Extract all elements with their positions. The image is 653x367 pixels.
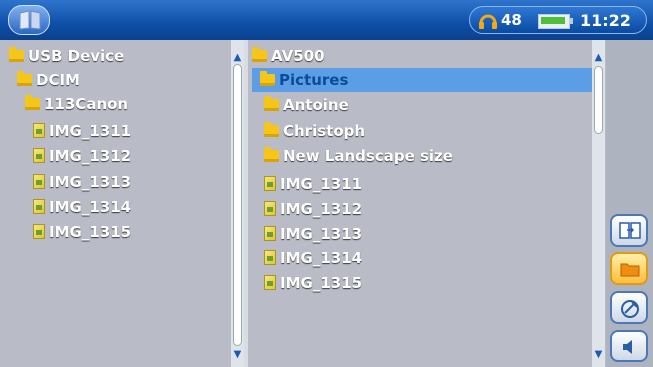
folder-icon bbox=[25, 94, 40, 110]
list-item[interactable]: IMG_1312 bbox=[33, 144, 131, 168]
headphones-icon bbox=[479, 14, 497, 29]
list-item[interactable]: IMG_1314 bbox=[33, 195, 131, 219]
folder-icon bbox=[252, 46, 267, 62]
volume-level: 48 bbox=[501, 11, 522, 29]
list-item[interactable]: IMG_1315 bbox=[264, 271, 362, 295]
left-scrollbar[interactable]: ▲ ▼ bbox=[231, 40, 244, 367]
list-item[interactable]: IMG_1313 bbox=[33, 170, 131, 194]
list-item[interactable]: IMG_1315 bbox=[33, 220, 131, 244]
list-item[interactable]: 113Canon bbox=[25, 92, 128, 116]
right-scroll-thumb[interactable] bbox=[594, 66, 603, 134]
scroll-up-icon[interactable]: ▲ bbox=[592, 52, 605, 63]
image-file-icon bbox=[33, 123, 45, 138]
folder-icon bbox=[17, 70, 32, 86]
image-file-icon bbox=[33, 174, 45, 189]
home-book-icon bbox=[19, 10, 41, 30]
list-item[interactable]: IMG_1312 bbox=[264, 197, 362, 221]
list-item[interactable]: IMG_1313 bbox=[264, 222, 362, 246]
image-file-icon bbox=[33, 224, 45, 239]
folder-button[interactable] bbox=[610, 252, 648, 285]
image-file-icon bbox=[264, 250, 276, 265]
clock: 11:22 bbox=[580, 11, 631, 30]
scroll-up-icon[interactable]: ▲ bbox=[231, 52, 244, 63]
folder-icon bbox=[9, 46, 24, 62]
image-file-icon bbox=[33, 199, 45, 214]
list-item[interactable]: IMG_1311 bbox=[264, 172, 362, 196]
folder-icon bbox=[264, 95, 279, 111]
folder-icon bbox=[264, 146, 279, 162]
list-item[interactable]: IMG_1311 bbox=[33, 119, 131, 143]
image-file-icon bbox=[264, 226, 276, 241]
status-indicators: 48 11:22 bbox=[469, 6, 647, 34]
list-item-selected[interactable]: Pictures bbox=[260, 68, 348, 92]
audio-button[interactable] bbox=[610, 330, 648, 362]
list-item[interactable]: IMG_1314 bbox=[264, 246, 362, 270]
settings-button[interactable] bbox=[610, 291, 648, 324]
copy-panels-icon bbox=[619, 222, 641, 239]
scroll-down-icon[interactable]: ▼ bbox=[231, 349, 244, 360]
image-file-icon bbox=[264, 176, 276, 191]
list-item[interactable]: DCIM bbox=[17, 68, 80, 92]
folder-icon bbox=[264, 121, 279, 137]
list-item[interactable]: Christoph bbox=[264, 119, 365, 143]
status-bar: 48 11:22 bbox=[0, 0, 653, 40]
folder-icon bbox=[620, 263, 640, 277]
list-item[interactable]: AV500 bbox=[252, 44, 325, 68]
right-scrollbar[interactable]: ▲ ▼ bbox=[592, 40, 605, 367]
copy-panels-button[interactable] bbox=[610, 214, 648, 247]
image-file-icon bbox=[264, 275, 276, 290]
left-scroll-thumb[interactable] bbox=[233, 64, 242, 346]
list-item[interactable]: Antoine bbox=[264, 93, 349, 117]
settings-icon bbox=[621, 300, 639, 318]
speaker-icon bbox=[623, 340, 632, 354]
left-file-panel[interactable]: USB Device DCIM 113Canon IMG_1311 IMG_13… bbox=[0, 40, 230, 367]
image-file-icon bbox=[33, 148, 45, 163]
battery-icon bbox=[538, 14, 573, 29]
folder-icon bbox=[260, 70, 275, 86]
list-item[interactable]: USB Device bbox=[9, 44, 124, 68]
list-item[interactable]: New Landscape size bbox=[264, 144, 453, 168]
home-button[interactable] bbox=[8, 5, 50, 35]
image-file-icon bbox=[264, 201, 276, 216]
scroll-down-icon[interactable]: ▼ bbox=[592, 349, 605, 360]
